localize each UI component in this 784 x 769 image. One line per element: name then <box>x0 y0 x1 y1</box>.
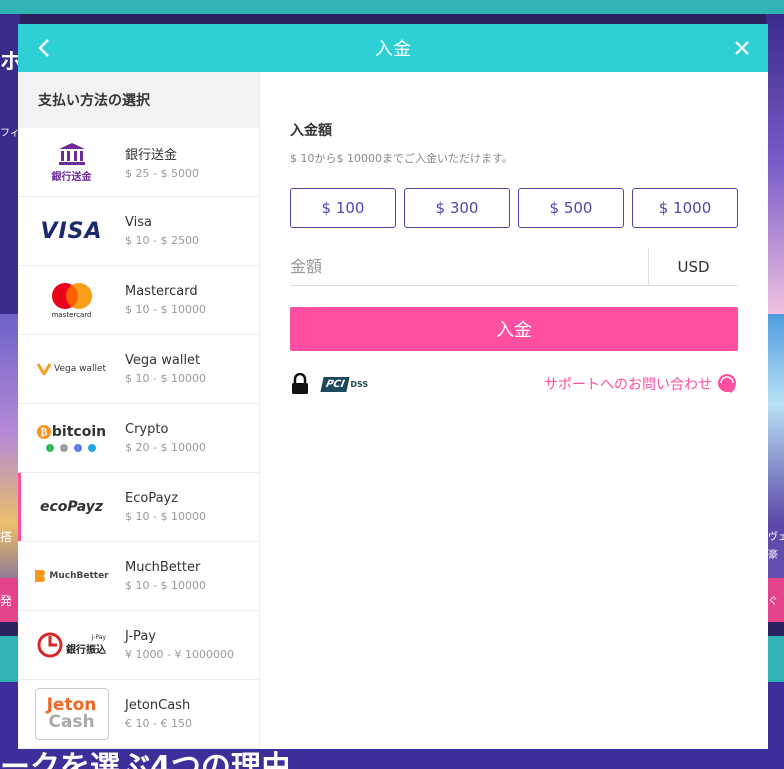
coin-icon <box>74 444 83 452</box>
bg-text: ヴェ <box>768 532 784 543</box>
bg-text: 発 <box>0 594 13 608</box>
bg-text: 豪 <box>768 550 778 561</box>
payment-method-mastercard[interactable]: mastercard Mastercard $ 10 - $ 10000 <box>18 266 259 335</box>
deposit-form: 入金額 $ 10から$ 10000までご入金いただけます。 $ 100 $ 30… <box>260 72 768 749</box>
payment-method-ecopayz[interactable]: ecoPayz EcoPayz $ 10 - $ 10000 <box>18 473 259 542</box>
mastercard-logo-text: mastercard <box>51 310 92 319</box>
method-range: $ 10 - $ 10000 <box>125 579 206 592</box>
preset-1000-button[interactable]: $ 1000 <box>632 188 738 228</box>
payment-method-jetoncash[interactable]: Jeton Cash JetonCash € 10 - € 150 <box>18 680 259 749</box>
method-range: $ 25 - $ 5000 <box>125 167 199 180</box>
bitcoin-icon: ₿ <box>36 425 51 439</box>
amount-presets: $ 100 $ 300 $ 500 $ 1000 <box>290 188 738 228</box>
method-name: JetonCash <box>125 698 191 713</box>
bg-teal-band-right <box>766 636 784 682</box>
deposit-submit-button[interactable]: 入金 <box>290 307 738 351</box>
close-button[interactable] <box>718 24 766 72</box>
bg-text: 搭 <box>0 530 13 544</box>
support-contact-link[interactable]: サポートへのお問い合わせ <box>544 373 738 395</box>
method-range: $ 20 - $ 10000 <box>125 441 206 454</box>
bg-right-art-bottom <box>766 314 784 614</box>
deposit-modal: 入金 支払い方法の選択 銀行送金 銀行送金 $ 25 - $ 5000 VISA… <box>18 24 768 749</box>
muchbetter-b-icon <box>35 570 46 582</box>
close-icon <box>735 41 749 55</box>
security-footer: PCI DSS サポートへのお問い合わせ <box>290 371 738 397</box>
muchbetter-logo-text: MuchBetter <box>49 571 109 581</box>
pci-dss-badge: PCI DSS <box>320 376 369 392</box>
mastercard-circles-icon <box>51 282 92 309</box>
bg-right-art-top <box>766 14 784 314</box>
coin-icon <box>88 444 97 452</box>
currency-label: USD <box>648 248 738 285</box>
bank-transfer-logo-text: 銀行送金 <box>51 171 92 183</box>
bg-text: フィ <box>0 128 20 139</box>
coin-icon <box>60 444 69 452</box>
support-label: サポートへのお問い合わせ <box>544 377 712 393</box>
ecopayz-logo: ecoPayz <box>18 473 125 542</box>
method-name: Visa <box>125 215 152 230</box>
bg-text: ぐ <box>768 596 778 607</box>
vega-wallet-logo: Vega wallet <box>18 335 125 404</box>
amount-input[interactable] <box>290 248 648 285</box>
svg-text:₿: ₿ <box>41 427 48 439</box>
bitcoin-logo-text: bitcoin <box>51 424 107 440</box>
vega-wallet-logo-text: Vega wallet <box>53 364 107 374</box>
method-name: EcoPayz <box>125 491 179 506</box>
mastercard-logo: mastercard <box>18 266 125 335</box>
preset-500-button[interactable]: $ 500 <box>518 188 624 228</box>
modal-header: 入金 <box>18 24 768 72</box>
jpay-logo-subtext: J-Pay <box>91 634 106 641</box>
preset-100-button[interactable]: $ 100 <box>290 188 396 228</box>
bg-teal-band-left <box>0 636 20 682</box>
amount-hint: $ 10から$ 10000までご入金いただけます。 <box>290 152 513 165</box>
payment-method-muchbetter[interactable]: MuchBetter MuchBetter $ 10 - $ 10000 <box>18 542 259 611</box>
sidebar-title: 支払い方法の選択 <box>18 72 259 128</box>
bitcoin-logo: ₿ bitcoin <box>18 404 125 473</box>
pci-dss-label: DSS <box>350 379 369 389</box>
jpay-circle-icon <box>37 632 63 658</box>
jpay-logo-text: 銀行振込 <box>66 645 106 656</box>
jetoncash-logo-subtext: Cash <box>48 712 95 732</box>
bank-transfer-logo: 銀行送金 <box>18 128 125 197</box>
coin-icon <box>46 444 55 452</box>
method-range: $ 10 - $ 10000 <box>125 372 206 385</box>
pci-label: PCI <box>320 376 350 392</box>
bg-top-bar <box>0 0 784 14</box>
method-range: $ 10 - $ 2500 <box>125 234 199 247</box>
jetoncash-logo: Jeton Cash <box>18 680 125 749</box>
payment-method-vega-wallet[interactable]: Vega wallet Vega wallet $ 10 - $ 10000 <box>18 335 259 404</box>
amount-title: 入金額 <box>290 123 332 139</box>
modal-title: 入金 <box>375 39 411 60</box>
method-name: Vega wallet <box>125 353 201 368</box>
method-range: € 10 - € 150 <box>125 717 192 730</box>
bank-icon <box>58 142 85 165</box>
lock-icon <box>292 373 308 394</box>
chevron-left-icon <box>38 39 49 57</box>
method-name: Crypto <box>125 422 169 437</box>
jpay-logo: J-Pay 銀行振込 <box>18 611 125 680</box>
method-name: MuchBetter <box>125 560 201 575</box>
method-name: 銀行送金 <box>125 148 178 163</box>
headset-icon <box>718 374 736 394</box>
payment-method-sidebar: 支払い方法の選択 銀行送金 銀行送金 $ 25 - $ 5000 VISA Vi… <box>18 72 260 749</box>
muchbetter-logo: MuchBetter <box>18 542 125 611</box>
payment-method-crypto[interactable]: ₿ bitcoin Crypto $ 20 - $ 10000 <box>18 404 259 473</box>
payment-method-bank-transfer[interactable]: 銀行送金 銀行送金 $ 25 - $ 5000 <box>18 128 259 197</box>
method-range: $ 10 - $ 10000 <box>125 303 206 316</box>
bg-left-art <box>0 314 20 614</box>
method-range: $ 10 - $ 10000 <box>125 510 206 523</box>
method-name: Mastercard <box>125 284 198 299</box>
back-button[interactable] <box>20 24 68 72</box>
method-range: ¥ 1000 - ¥ 1000000 <box>125 648 234 661</box>
vega-v-icon <box>36 363 51 375</box>
visa-logo: VISA <box>18 197 125 266</box>
payment-method-jpay[interactable]: J-Pay 銀行振込 J-Pay ¥ 1000 - ¥ 1000000 <box>18 611 259 680</box>
ecopayz-logo-text: ecoPayz <box>39 499 104 515</box>
payment-method-visa[interactable]: VISA Visa $ 10 - $ 2500 <box>18 197 259 266</box>
amount-row: USD <box>290 248 738 286</box>
preset-300-button[interactable]: $ 300 <box>404 188 510 228</box>
method-name: J-Pay <box>125 629 156 644</box>
visa-logo-text: VISA <box>40 218 103 244</box>
modal-body: 支払い方法の選択 銀行送金 銀行送金 $ 25 - $ 5000 VISA Vi… <box>18 72 768 749</box>
